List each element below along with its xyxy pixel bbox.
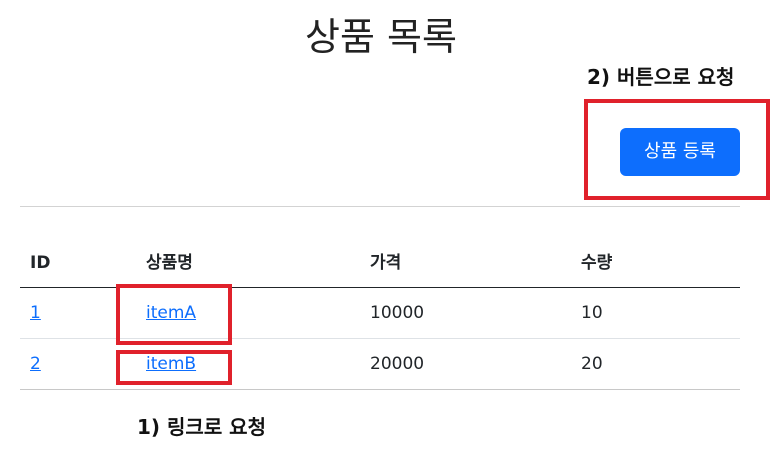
divider	[20, 206, 740, 207]
quantity-cell: 10	[581, 303, 603, 323]
header-quantity: 수량	[581, 253, 613, 273]
price-cell: 10000	[370, 303, 425, 323]
product-id-link[interactable]: 1	[30, 303, 41, 323]
link-highlight-box-b	[116, 350, 232, 385]
quantity-cell: 20	[581, 354, 603, 374]
button-request-annotation: 2) 버튼으로 요청	[587, 65, 735, 89]
table-header-row: ID 상품명 가격 수량	[20, 238, 740, 288]
link-request-annotation: 1) 링크로 요청	[137, 415, 266, 439]
id-cell: 1	[30, 288, 41, 338]
add-product-button[interactable]: 상품 등록	[620, 128, 740, 176]
header-product-name: 상품명	[146, 253, 193, 273]
header-id: ID	[30, 253, 51, 273]
price-cell: 20000	[370, 354, 425, 374]
header-price: 가격	[370, 253, 402, 273]
id-cell: 2	[30, 339, 41, 389]
page-title: 상품 목록	[305, 15, 457, 59]
product-id-link[interactable]: 2	[30, 354, 41, 374]
link-highlight-box-a	[116, 284, 232, 345]
